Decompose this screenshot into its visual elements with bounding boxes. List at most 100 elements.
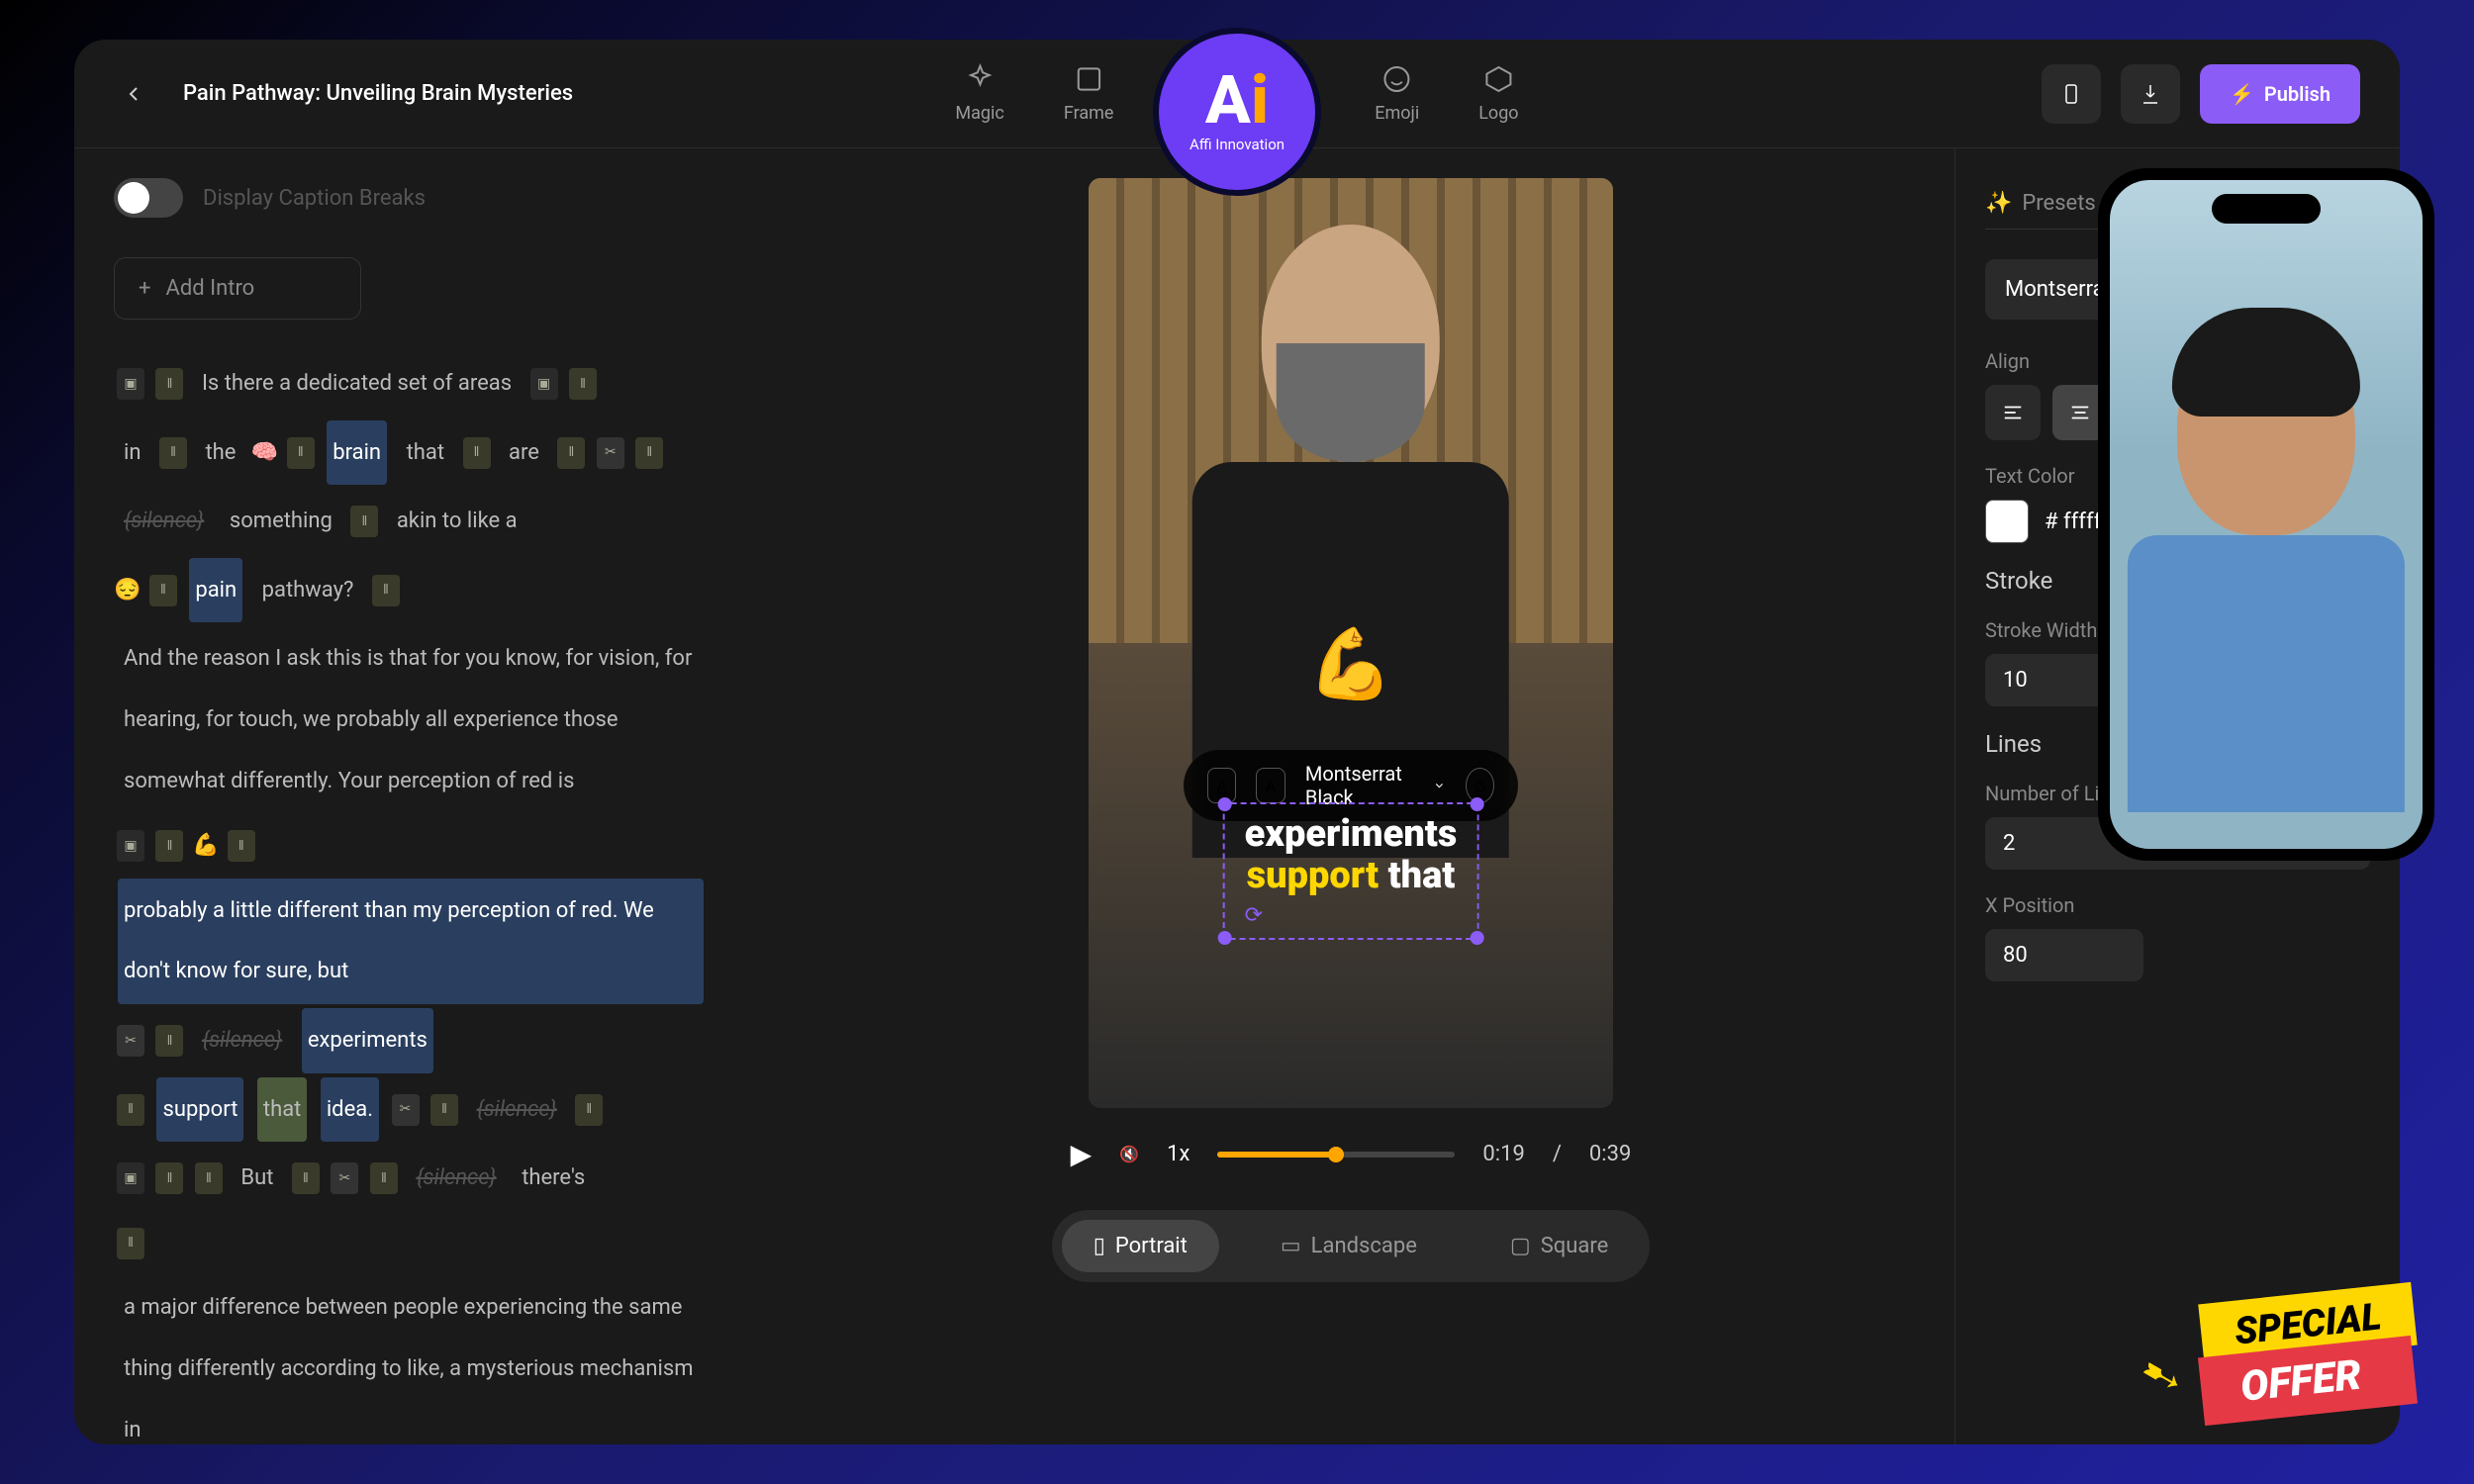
phone-mockup — [2098, 168, 2434, 861]
pause-mark-icon[interactable]: ‖ — [575, 1094, 603, 1126]
mobile-preview-button[interactable] — [2042, 64, 2101, 124]
logo-text: Ai — [1205, 70, 1269, 131]
silence-marker[interactable]: {silence} — [196, 1008, 288, 1073]
aspect-portrait[interactable]: ▯ Portrait — [1062, 1220, 1219, 1272]
word[interactable]: But — [235, 1146, 279, 1211]
pause-mark-icon[interactable]: ‖ — [195, 1162, 223, 1194]
word[interactable]: Is there a dedicated set of areas — [196, 351, 518, 417]
pause-mark-icon[interactable]: ‖ — [155, 1025, 183, 1057]
scissors-icon[interactable]: ✂ — [392, 1094, 420, 1126]
play-button[interactable]: ▶ — [1071, 1138, 1093, 1170]
resize-handle[interactable] — [1218, 931, 1232, 945]
volume-icon[interactable]: 🔇 — [1119, 1145, 1139, 1163]
pause-mark-icon[interactable]: ‖ — [228, 830, 255, 862]
camera-icon[interactable]: ▣ — [530, 368, 558, 400]
tab-frame[interactable]: Frame — [1064, 63, 1114, 124]
word[interactable]: akin to like a — [391, 489, 523, 554]
x-position-input[interactable]: 80 — [1985, 929, 2143, 981]
resize-handle[interactable] — [1470, 931, 1483, 945]
publish-label: Publish — [2264, 82, 2331, 106]
app-window: Pain Pathway: Unveiling Brain Mysteries … — [74, 40, 2400, 1444]
pause-mark-icon[interactable]: ‖ — [155, 368, 183, 400]
word[interactable]: something — [224, 489, 338, 554]
word[interactable]: there's — [516, 1146, 591, 1211]
silence-marker[interactable]: {silence} — [410, 1146, 502, 1211]
word-highlighted[interactable]: probably a little different than my perc… — [118, 879, 704, 1004]
silence-marker[interactable]: {silence} — [118, 489, 210, 554]
tab-logo-label: Logo — [1478, 103, 1518, 124]
pause-mark-icon[interactable]: ‖ — [117, 1228, 144, 1259]
caption-text: experiments support that — [1245, 814, 1458, 897]
pause-mark-icon[interactable]: ‖ — [372, 575, 400, 606]
tab-magic[interactable]: Magic — [955, 63, 1003, 124]
word[interactable]: that — [401, 420, 450, 486]
tab-emoji[interactable]: Emoji — [1375, 63, 1419, 124]
word-highlighted[interactable]: pain — [189, 558, 242, 623]
silence-marker[interactable]: {silence} — [470, 1077, 562, 1143]
aspect-square[interactable]: ▢ Square — [1478, 1220, 1640, 1272]
pause-mark-icon[interactable]: ‖ — [287, 437, 315, 469]
pause-mark-icon[interactable]: ‖ — [569, 368, 597, 400]
back-button[interactable] — [114, 74, 153, 114]
pause-mark-icon[interactable]: ‖ — [430, 1094, 458, 1126]
pause-mark-icon[interactable]: ‖ — [557, 437, 585, 469]
caption-line-1: experiments — [1245, 814, 1458, 856]
brand-logo-badge: Ai Affi Innovation — [1153, 28, 1321, 196]
publish-button[interactable]: ⚡ Publish — [2200, 64, 2360, 124]
caption-word-white: that — [1379, 854, 1455, 897]
word-highlighted[interactable]: support — [156, 1077, 243, 1143]
camera-icon[interactable]: ▣ — [117, 1162, 144, 1194]
word[interactable]: And the reason I ask this is that for yo… — [118, 626, 704, 813]
download-button[interactable] — [2121, 64, 2180, 124]
pause-mark-icon[interactable]: ‖ — [155, 830, 183, 862]
resize-handle[interactable] — [1218, 797, 1232, 811]
word[interactable]: pathway? — [256, 558, 360, 623]
muscle-emoji-overlay[interactable]: 💪 — [1307, 624, 1393, 705]
pause-mark-icon[interactable]: ‖ — [370, 1162, 398, 1194]
aspect-landscape-label: Landscape — [1311, 1234, 1417, 1258]
word-highlighted[interactable]: brain — [327, 420, 387, 486]
word[interactable]: a major difference between people experi… — [118, 1275, 704, 1444]
scissors-icon[interactable]: ✂ — [117, 1025, 144, 1057]
progress-thumb[interactable] — [1328, 1147, 1344, 1162]
tab-emoji-label: Emoji — [1375, 103, 1419, 124]
pause-mark-icon[interactable]: ‖ — [117, 1094, 144, 1126]
add-intro-button[interactable]: + Add Intro — [114, 257, 361, 320]
pause-mark-icon[interactable]: ‖ — [155, 1162, 183, 1194]
align-left-button[interactable] — [1985, 385, 2041, 440]
resize-handle[interactable] — [1470, 797, 1483, 811]
scissors-icon[interactable]: ✂ — [597, 437, 624, 469]
word[interactable]: the — [199, 420, 241, 486]
playback-controls: ▶ 🔇 1x 0:19 / 0:39 — [1071, 1138, 1632, 1170]
aspect-landscape[interactable]: ▭ Landscape — [1249, 1220, 1449, 1272]
word-highlighted[interactable]: idea. — [321, 1077, 379, 1143]
word-highlighted[interactable]: that — [257, 1077, 307, 1143]
bold-icon[interactable]: A — [1256, 768, 1285, 803]
video-preview[interactable]: 💪 A A Montserrat Black ⊘ experiments sup… — [1089, 178, 1613, 1108]
playback-speed[interactable]: 1x — [1167, 1142, 1189, 1166]
refresh-icon[interactable]: ⟳ — [1245, 903, 1458, 928]
pause-mark-icon[interactable]: ‖ — [350, 506, 378, 537]
pause-mark-icon[interactable]: ‖ — [635, 437, 663, 469]
x-position-label: X Position — [1985, 893, 2370, 917]
pause-mark-icon[interactable]: ‖ — [159, 437, 187, 469]
camera-icon[interactable]: ▣ — [117, 368, 144, 400]
transcript-body[interactable]: ▣ ‖ Is there a dedicated set of areas ▣ … — [114, 349, 708, 1444]
camera-icon[interactable]: ▣ — [117, 830, 144, 862]
pause-mark-icon[interactable]: ‖ — [149, 575, 177, 606]
caption-breaks-toggle[interactable] — [114, 178, 183, 218]
word[interactable]: in — [118, 420, 147, 486]
caption-selection[interactable]: experiments support that ⟳ — [1223, 802, 1479, 940]
tab-logo[interactable]: Logo — [1478, 63, 1518, 124]
muscle-emoji-icon: 💪 — [192, 833, 219, 858]
tab-presets[interactable]: ✨ Presets — [1985, 178, 2096, 229]
tab-frame-label: Frame — [1064, 103, 1114, 124]
pause-mark-icon[interactable]: ‖ — [292, 1162, 320, 1194]
scissors-icon[interactable]: ✂ — [331, 1162, 358, 1194]
word-highlighted[interactable]: experiments — [302, 1008, 433, 1073]
word[interactable]: are — [503, 420, 545, 486]
progress-bar[interactable] — [1217, 1152, 1455, 1158]
pause-mark-icon[interactable]: ‖ — [463, 437, 491, 469]
toggle-row: Display Caption Breaks — [114, 178, 708, 218]
text-color-swatch[interactable] — [1985, 500, 2029, 543]
